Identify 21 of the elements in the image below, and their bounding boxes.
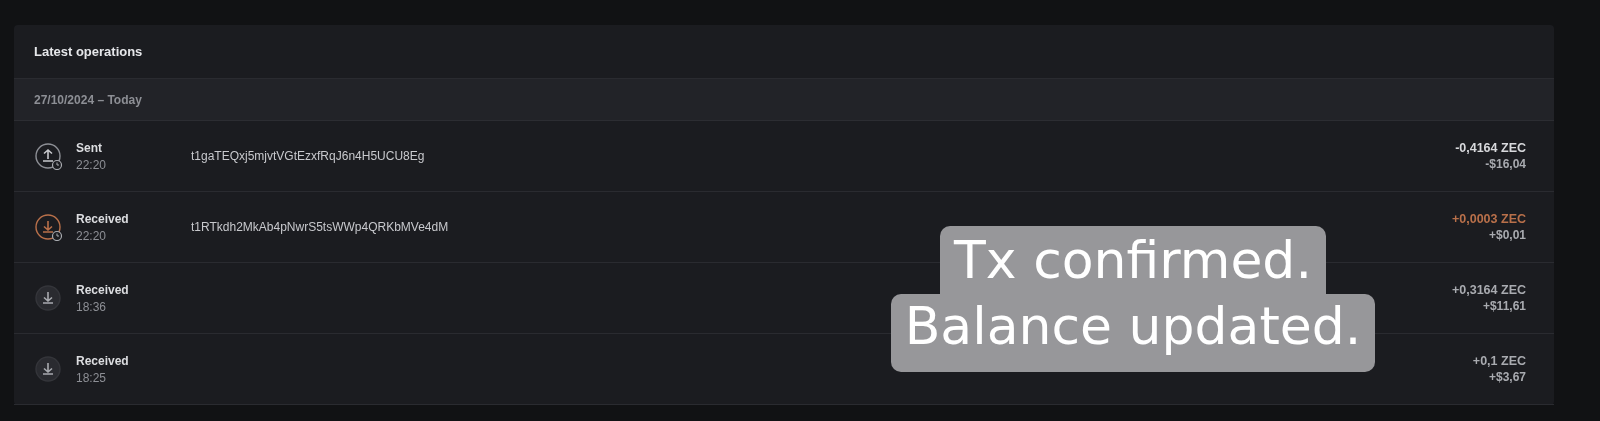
operation-time: 18:36 — [76, 299, 108, 314]
fiat-amount: +$0,01 — [1488, 228, 1526, 242]
fiat-amount: +$3,67 — [1488, 370, 1526, 384]
amount-text: +0,1 ZEC — [1472, 354, 1526, 368]
amount-text: +0,3164 ZEC — [1452, 283, 1526, 297]
amount-text: -0,4164 ZEC — [1455, 141, 1526, 155]
fiat-amount: +$11,61 — [1482, 299, 1526, 313]
operation-type: Received — [76, 282, 130, 297]
amount-text: +0,0003 ZEC — [1452, 212, 1526, 226]
operation-time: 22:20 — [76, 157, 108, 172]
fiat-amount: -$16,04 — [1485, 157, 1526, 171]
operation-row[interactable]: Sent 22:20 t1gaTEQxj5mjvtVGtEzxfRqJ6n4H5UCU8Eg -0,4164 ZEC -$16,04 — [14, 121, 1554, 192]
date-label: 27/10/2024 – Today — [34, 92, 142, 107]
address-text: t1RTkdh2MkAb4pNwrS5tsWWp4QRKbMVe4dM — [191, 220, 449, 234]
operation-type: Sent — [76, 140, 103, 155]
address-text: t1gaTEQxj5mjvtVGtEzxfRqJ6n4H5UCU8Eg — [191, 149, 425, 163]
operation-type: Received — [76, 353, 130, 368]
panel-title: Latest operations — [34, 44, 143, 59]
operation-type: Received — [76, 211, 130, 226]
operation-time: 22:20 — [76, 228, 108, 243]
operation-time: 18:25 — [76, 370, 108, 385]
